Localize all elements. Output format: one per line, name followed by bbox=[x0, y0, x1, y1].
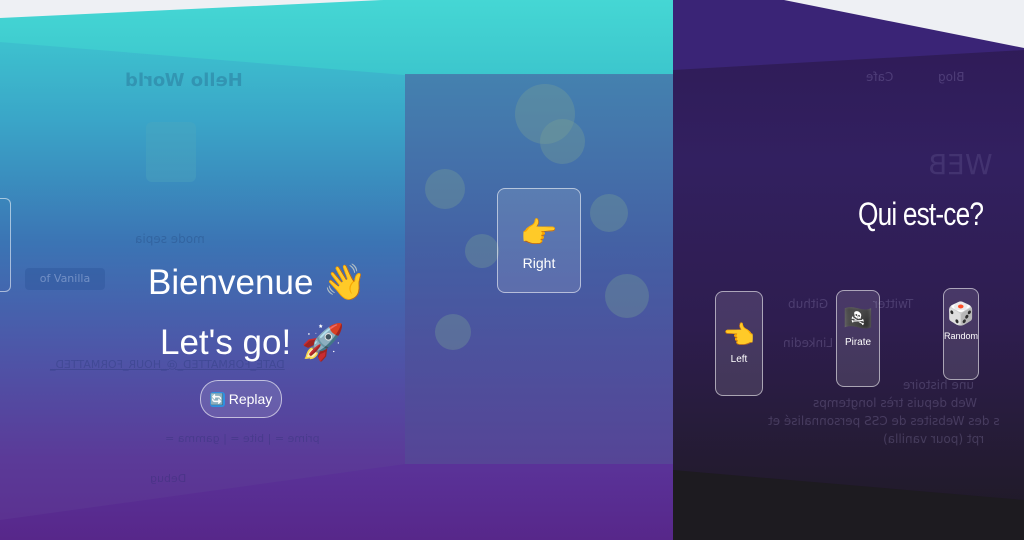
right-card-label: Right bbox=[522, 255, 556, 271]
ghost-debug: Debug bbox=[150, 472, 187, 485]
random-card-label: Random bbox=[944, 331, 979, 341]
pirate-icon: 🏴‍☠️ bbox=[843, 305, 873, 332]
ghost-para1: une histoire bbox=[903, 378, 975, 392]
ghost-para4: rpt (pour vanilla) bbox=[883, 432, 985, 446]
page-title: Qui est-ce? bbox=[858, 196, 984, 232]
ghost-title: Hello World bbox=[125, 70, 243, 91]
floor-left bbox=[0, 464, 673, 540]
left-card-label: Left bbox=[730, 354, 748, 365]
greeting-welcome: Bienvenue 👋 bbox=[148, 263, 367, 302]
random-card[interactable]: 🎲 Random bbox=[943, 288, 979, 380]
replay-button[interactable]: 🔄 Replay bbox=[200, 380, 282, 418]
3d-room-scene: Hello World mode sepia of Vanilla DATE_F… bbox=[0, 0, 1024, 540]
greeting-letsgo: Let's go! 🚀 bbox=[160, 323, 345, 362]
pirate-card-label: Pirate bbox=[844, 337, 872, 348]
random-icon: 🎲 bbox=[947, 301, 975, 326]
ghost-para2: Web depuis très longtemps bbox=[813, 396, 977, 410]
ghost-mode: mode sepia bbox=[135, 232, 205, 246]
ghost-web: WEB bbox=[928, 148, 993, 181]
offscreen-card-edge[interactable] bbox=[0, 198, 11, 292]
right-card[interactable]: 👉 Right bbox=[497, 188, 581, 293]
ghost-para3: s des Websites de CSS personnalisé et bbox=[768, 414, 1000, 428]
ghost-blog: Blog bbox=[938, 70, 965, 84]
ghost-avatar bbox=[146, 122, 196, 182]
pointing-right-icon: 👉 bbox=[520, 217, 558, 250]
pirate-card[interactable]: 🏴‍☠️ Pirate bbox=[836, 290, 880, 387]
replay-icon: 🔄 bbox=[209, 391, 225, 407]
ghost-linkedin: Linkedin bbox=[783, 336, 834, 350]
floor-right bbox=[673, 470, 1024, 540]
pointing-left-icon: 👈 bbox=[722, 320, 756, 350]
ghost-cafe: Cafe bbox=[866, 70, 894, 84]
ghost-github: Github bbox=[788, 297, 829, 311]
ghost-vanilla: of Vanilla bbox=[25, 268, 105, 290]
right-wall: Cafe Blog WEB Twitter Github Linkedin un… bbox=[673, 0, 1024, 540]
ghost-pipes: prime = | bite = | gamma = bbox=[165, 432, 320, 445]
left-card[interactable]: 👈 Left bbox=[715, 291, 763, 396]
replay-label: Replay bbox=[228, 391, 273, 407]
